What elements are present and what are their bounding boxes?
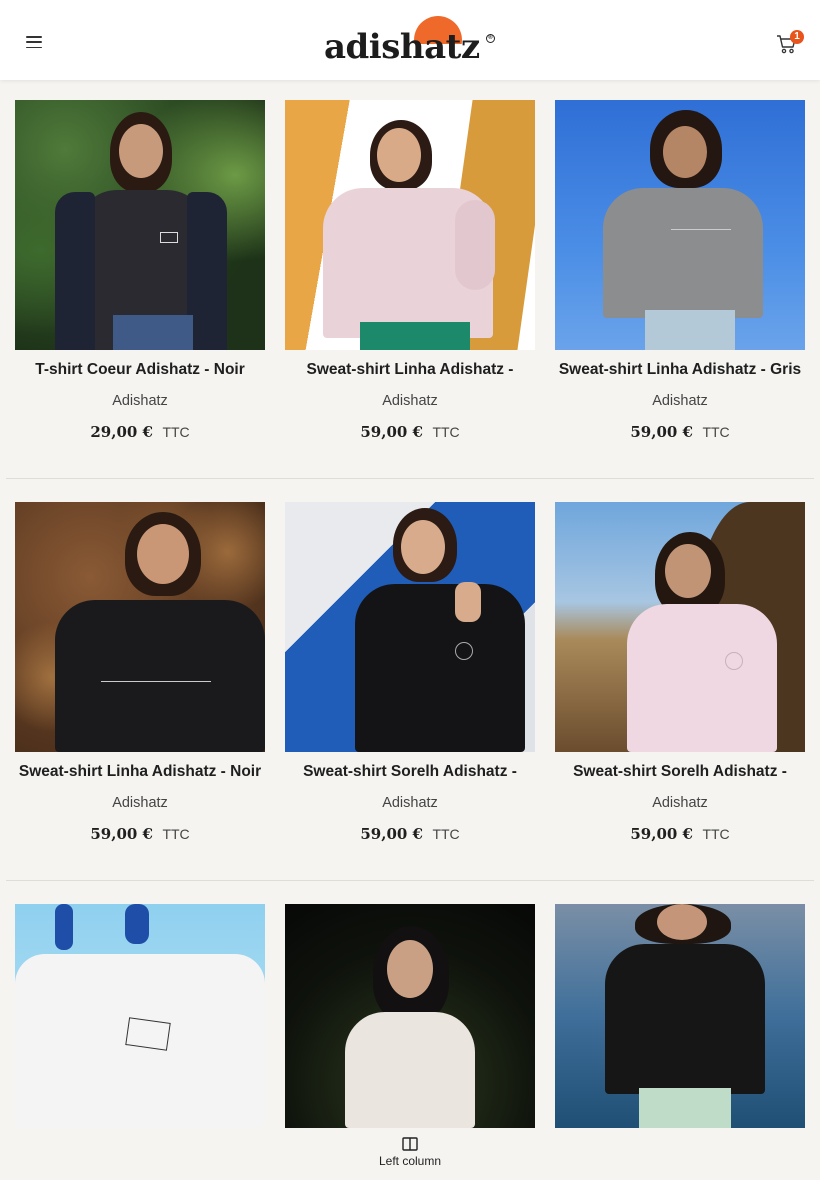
product-brand: Adishatz <box>112 795 168 811</box>
product-image[interactable] <box>15 100 265 350</box>
product-price-line: 59,00 € TTC <box>285 423 535 441</box>
product-price: 59,00 € <box>630 423 693 441</box>
product-card[interactable]: Sweat-shirt Sorelh Adishatz - Adishatz 5… <box>285 502 535 843</box>
product-image[interactable] <box>285 502 535 752</box>
product-price-line: 59,00 € TTC <box>15 825 265 843</box>
product-card[interactable]: T-shirt Coeur Adishatz - Noir Adishatz 2… <box>15 100 265 441</box>
product-title[interactable]: Sweat-shirt Linha Adishatz - Noir <box>15 763 265 783</box>
product-brand: Adishatz <box>382 795 438 811</box>
product-price: 59,00 € <box>360 825 423 843</box>
product-card[interactable]: Sweat-shirt Linha Adishatz - Noir Adisha… <box>15 502 265 843</box>
product-image[interactable] <box>285 904 535 1128</box>
row-divider <box>6 478 814 479</box>
tax-label: TTC <box>702 826 730 842</box>
product-image[interactable] <box>555 100 805 350</box>
product-image[interactable] <box>555 502 805 752</box>
product-title[interactable]: T-shirt Coeur Adishatz - Noir <box>15 361 265 381</box>
cart-button[interactable]: 1 <box>776 30 806 56</box>
tax-label: TTC <box>702 424 730 440</box>
site-logo[interactable]: adishatz ® <box>322 14 500 70</box>
site-header: adishatz ® 1 <box>0 0 820 80</box>
left-column-label: Left column <box>378 1154 442 1168</box>
product-image[interactable] <box>15 502 265 752</box>
product-brand: Adishatz <box>112 393 168 409</box>
product-price: 59,00 € <box>90 825 153 843</box>
product-brand: Adishatz <box>382 393 438 409</box>
product-brand: Adishatz <box>652 393 708 409</box>
product-card[interactable]: Sweat-shirt Linha Adishatz - Adishatz 59… <box>285 100 535 441</box>
logo-text: adishatz <box>324 27 480 67</box>
tax-label: TTC <box>432 424 460 440</box>
tax-label: TTC <box>162 424 190 440</box>
menu-icon[interactable] <box>26 36 42 48</box>
cart-count-badge: 1 <box>790 30 804 44</box>
product-image[interactable] <box>15 904 265 1128</box>
tax-label: TTC <box>162 826 190 842</box>
product-price: 59,00 € <box>360 423 423 441</box>
product-card[interactable] <box>15 904 265 1128</box>
product-card[interactable] <box>285 904 535 1128</box>
product-price-line: 59,00 € TTC <box>285 825 535 843</box>
product-card[interactable] <box>555 904 805 1128</box>
product-title[interactable]: Sweat-shirt Linha Adishatz - <box>285 361 535 381</box>
product-price: 59,00 € <box>630 825 693 843</box>
product-brand: Adishatz <box>652 795 708 811</box>
product-card[interactable]: Sweat-shirt Linha Adishatz - Gris Adisha… <box>555 100 805 441</box>
product-image[interactable] <box>555 904 805 1128</box>
product-card[interactable]: Sweat-shirt Sorelh Adishatz - Adishatz 5… <box>555 502 805 843</box>
product-title[interactable]: Sweat-shirt Sorelh Adishatz - <box>285 763 535 783</box>
product-title[interactable]: Sweat-shirt Sorelh Adishatz - <box>555 763 805 783</box>
columns-icon <box>402 1137 418 1151</box>
product-price-line: 59,00 € TTC <box>555 423 805 441</box>
tax-label: TTC <box>432 826 460 842</box>
registered-mark: ® <box>486 34 495 43</box>
product-price: 29,00 € <box>90 423 153 441</box>
product-price-line: 59,00 € TTC <box>555 825 805 843</box>
product-image[interactable] <box>285 100 535 350</box>
left-column-toggle[interactable]: Left column <box>360 1137 460 1177</box>
product-price-line: 29,00 € TTC <box>15 423 265 441</box>
product-title[interactable]: Sweat-shirt Linha Adishatz - Gris <box>555 361 805 381</box>
row-divider <box>6 880 814 881</box>
